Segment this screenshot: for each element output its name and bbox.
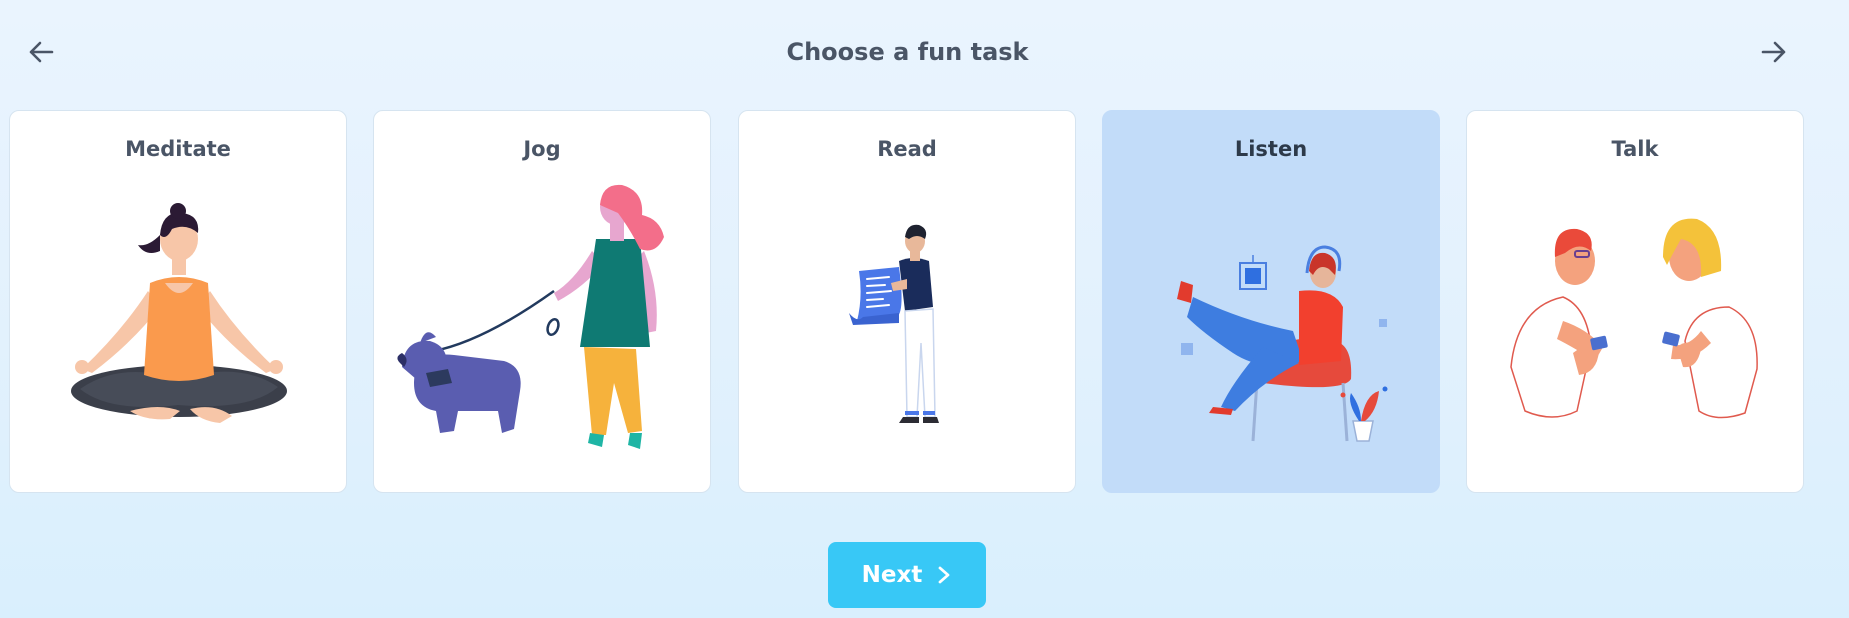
task-card-jog[interactable]: Jog — [373, 110, 711, 493]
chevron-right-icon — [938, 566, 950, 584]
arrow-right-icon — [1761, 41, 1786, 63]
page-title: Choose a fun task — [786, 38, 1029, 66]
meditate-illustration — [71, 203, 287, 423]
task-card-read[interactable]: Read — [738, 110, 1076, 493]
read-illustration — [849, 224, 939, 423]
next-button-label: Next — [861, 562, 923, 588]
task-card-talk[interactable]: Talk — [1466, 110, 1804, 493]
task-card-listen[interactable]: Listen — [1102, 110, 1440, 493]
talk-illustration — [1510, 218, 1758, 419]
task-card-meditate[interactable]: Meditate — [9, 110, 347, 493]
forward-button[interactable] — [1756, 34, 1792, 70]
listen-illustration — [1177, 245, 1388, 442]
next-button[interactable]: Next — [828, 542, 986, 608]
jog-illustration — [397, 184, 664, 449]
